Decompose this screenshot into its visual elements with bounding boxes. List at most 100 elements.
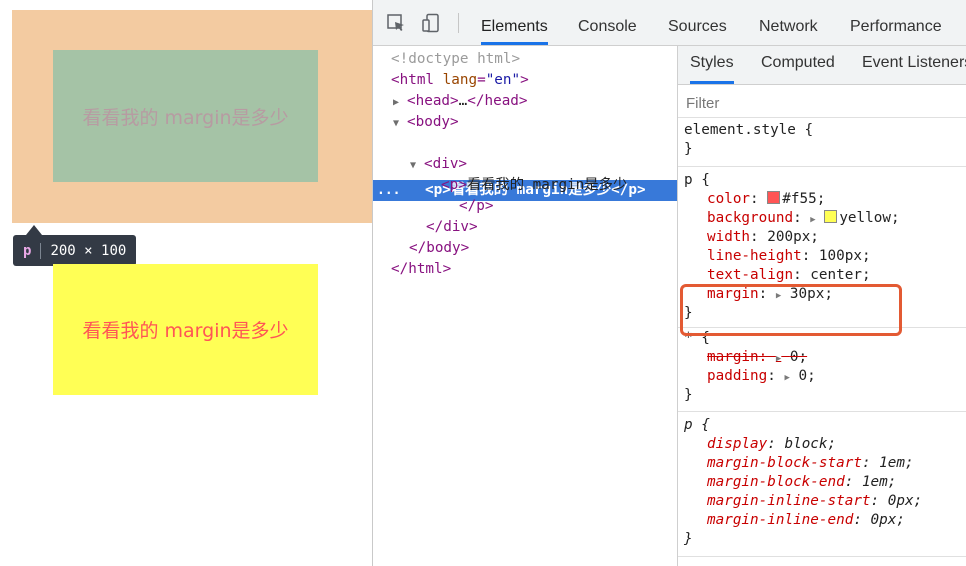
prop-value: 0px; bbox=[870, 512, 905, 528]
element-style-selector: element.style { bbox=[684, 122, 814, 138]
margin-annotation-box bbox=[680, 284, 902, 336]
doctype-text: <!doctype html> bbox=[391, 51, 521, 67]
styles-tabbar: Styles Computed Event Listeners bbox=[678, 46, 966, 85]
highlighted-paragraph[interactable]: 看看我的 margin是多少 bbox=[53, 50, 318, 182]
dom-html-close[interactable]: </html> bbox=[391, 259, 451, 280]
html-attr-value: "en" bbox=[485, 72, 521, 88]
styles-filter bbox=[678, 85, 966, 118]
dom-div-open[interactable]: ▼ <div> bbox=[410, 154, 467, 175]
rule3-mbs-decl[interactable]: margin-block-start: 1em; bbox=[707, 454, 914, 473]
inspect-element-icon[interactable] bbox=[386, 13, 406, 33]
dom-body-close[interactable]: </body> bbox=[409, 238, 469, 259]
head-close: </head> bbox=[467, 93, 528, 109]
tab-sources[interactable]: Sources bbox=[668, 0, 727, 45]
tab-styles[interactable]: Styles bbox=[690, 46, 734, 84]
rule3-mie-decl[interactable]: margin-inline-end: 0px; bbox=[707, 511, 905, 530]
rule2-padding-decl[interactable]: padding: ▶ 0; bbox=[707, 367, 816, 386]
head-ellipsis: … bbox=[458, 93, 468, 109]
rule1-line-height-decl[interactable]: line-height: 100px; bbox=[707, 247, 871, 266]
rule3-mis-decl[interactable]: margin-inline-start: 0px; bbox=[707, 492, 922, 511]
expand-triangle-icon[interactable]: ▶ bbox=[393, 92, 407, 113]
expand-arrow-icon[interactable]: ▶ bbox=[810, 215, 815, 225]
tab-console[interactable]: Console bbox=[578, 0, 637, 45]
element-tooltip: p 200 × 100 bbox=[13, 235, 137, 266]
prop-name: display bbox=[707, 436, 768, 452]
dom-head[interactable]: ▶ <head>…</head> bbox=[393, 91, 528, 112]
rule3-mbe-decl[interactable]: margin-block-end: 1em; bbox=[707, 473, 896, 492]
toolbar-divider bbox=[458, 13, 459, 33]
tab-network[interactable]: Network bbox=[759, 0, 818, 45]
div-close: </div> bbox=[426, 219, 478, 235]
devtools-panel: Elements Console Sources Network Perform… bbox=[372, 0, 966, 566]
rule3-close: } bbox=[684, 531, 693, 547]
universal-style-rule[interactable]: * { margin: ▶ 0; padding: ▶ 0; } bbox=[678, 328, 966, 412]
prop-value: center; bbox=[810, 267, 871, 283]
more-options-icon[interactable]: ... bbox=[377, 180, 400, 201]
html-attr-name: lang bbox=[442, 72, 478, 88]
rule1-width-decl[interactable]: width: 200px; bbox=[707, 228, 819, 247]
rule1-text-align-decl[interactable]: text-align: center; bbox=[707, 266, 871, 285]
dom-html-open[interactable]: <html lang="en"> bbox=[391, 70, 529, 91]
element-tooltip-arrow bbox=[26, 225, 42, 235]
collapse-triangle-icon[interactable]: ▼ bbox=[410, 155, 424, 176]
head-open: <head> bbox=[407, 93, 459, 109]
dom-tree: <!doctype html> <html lang="en"> ▶ <head>… bbox=[373, 46, 678, 566]
prop-name: margin-block-end bbox=[707, 474, 845, 490]
html-tag-close: > bbox=[520, 72, 529, 88]
html-tag: <html bbox=[391, 72, 435, 88]
prop-name: margin bbox=[707, 349, 759, 365]
rule1-background-decl[interactable]: background: ▶ yellow; bbox=[707, 209, 900, 228]
body-open: <body> bbox=[407, 114, 459, 130]
dom-doctype[interactable]: <!doctype html> bbox=[391, 49, 520, 70]
prop-name: line-height bbox=[707, 248, 802, 264]
dom-inner-p[interactable]: <p>看看我的 margin是多少 bbox=[441, 175, 627, 196]
prop-value: 1em; bbox=[879, 455, 914, 471]
prop-value: 200px; bbox=[767, 229, 819, 245]
highlighted-paragraph-text: 看看我的 margin是多少 bbox=[82, 106, 289, 129]
dom-inner-p-close[interactable]: </p> bbox=[459, 196, 493, 217]
color-swatch-icon[interactable] bbox=[824, 210, 838, 223]
element-style-rule[interactable]: element.style { } bbox=[678, 118, 966, 167]
inner-p-close: </p> bbox=[459, 198, 494, 214]
rule1-color-decl[interactable]: color: #f55; bbox=[707, 190, 825, 209]
rule2-margin-decl[interactable]: margin: ▶ 0; bbox=[707, 348, 807, 367]
dom-div-close[interactable]: </div> bbox=[426, 217, 478, 238]
tab-performance[interactable]: Performance bbox=[850, 0, 942, 45]
inner-p-text: 看看我的 margin是多少 bbox=[466, 177, 628, 193]
device-toolbar-icon[interactable] bbox=[421, 13, 441, 33]
prop-value: 100px; bbox=[818, 248, 871, 264]
body-close: </body> bbox=[409, 240, 470, 256]
prop-value: #f55; bbox=[782, 191, 826, 207]
prop-value: 0; bbox=[798, 368, 816, 384]
prop-value: 0; bbox=[789, 349, 808, 365]
yellow-paragraph-text: 看看我的 margin是多少 bbox=[82, 320, 289, 342]
rule3-display-decl[interactable]: display: block; bbox=[707, 435, 836, 454]
prop-name: margin-block-start bbox=[707, 455, 862, 471]
element-style-close: } bbox=[684, 141, 693, 157]
devtools-toolbar: Elements Console Sources Network Perform… bbox=[373, 0, 966, 46]
collapse-triangle-icon[interactable]: ▼ bbox=[393, 113, 407, 134]
html-close: </html> bbox=[391, 261, 452, 277]
rule3-selector: p { bbox=[684, 417, 710, 433]
user-agent-p-rule[interactable]: p { display: block; margin-block-start: … bbox=[678, 412, 966, 557]
prop-name: color bbox=[707, 191, 751, 207]
tooltip-size: 200 × 100 bbox=[50, 242, 127, 259]
color-swatch-icon[interactable] bbox=[767, 191, 781, 204]
inner-p-open: <p> bbox=[441, 177, 467, 193]
tab-computed[interactable]: Computed bbox=[761, 46, 835, 84]
prop-name: background bbox=[707, 210, 794, 226]
prop-value: 1em; bbox=[861, 474, 897, 490]
rule2-close: } bbox=[684, 387, 693, 403]
div-open: <div> bbox=[424, 156, 468, 172]
prop-name: margin-inline-end bbox=[707, 512, 854, 528]
tab-event-listeners[interactable]: Event Listeners bbox=[862, 46, 966, 84]
tab-elements[interactable]: Elements bbox=[481, 0, 548, 45]
overridden-margin: margin: ▶ 0; bbox=[707, 349, 808, 365]
prop-value: 0px; bbox=[887, 493, 923, 509]
expand-arrow-icon[interactable]: ▶ bbox=[784, 373, 789, 383]
filter-input[interactable] bbox=[684, 91, 958, 115]
tooltip-tag: p bbox=[23, 242, 32, 259]
dom-body-open[interactable]: ▼ <body> bbox=[393, 112, 459, 133]
yellow-paragraph[interactable]: 看看我的 margin是多少 bbox=[53, 264, 318, 395]
prop-name: width bbox=[707, 229, 751, 245]
